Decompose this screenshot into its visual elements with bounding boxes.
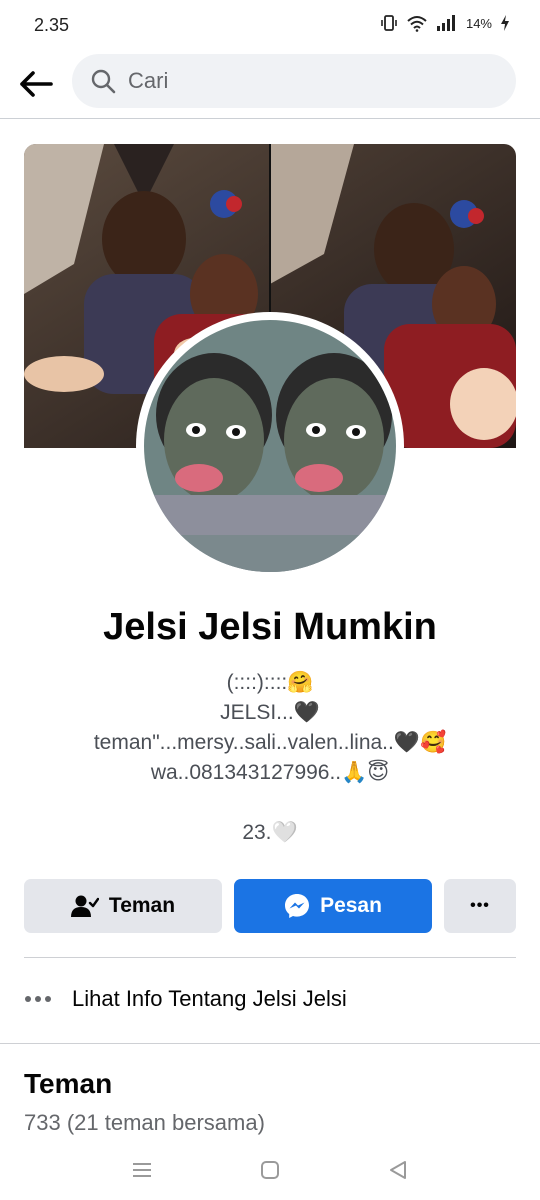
profile-bio: (::::)::::🤗 JELSI...🖤 teman"...mersy..sa…: [0, 668, 540, 788]
bio-line: teman"...mersy..sali..valen..lina..🖤🥰: [93, 731, 447, 754]
battery-level: 14%: [465, 15, 492, 31]
more-dots-icon: [24, 995, 72, 1003]
more-options-button[interactable]: •••: [444, 879, 516, 933]
friends-count[interactable]: 733 (21 teman bersama): [24, 1110, 265, 1136]
search-bar[interactable]: [72, 54, 516, 108]
avatar[interactable]: [144, 320, 396, 572]
signal-icon: [436, 14, 458, 32]
system-back-button[interactable]: [380, 1156, 416, 1184]
avatar-frame: [136, 312, 404, 580]
friend-check-icon: [70, 895, 99, 917]
see-about-info-row[interactable]: Lihat Info Tentang Jelsi Jelsi: [24, 976, 516, 1022]
bio-line: wa..081343127996..🙏😇: [150, 761, 390, 784]
recent-apps-button[interactable]: [124, 1156, 160, 1184]
friends-button-label: Teman: [108, 894, 176, 917]
section-divider: [0, 1043, 540, 1044]
back-triangle-icon: [390, 1161, 406, 1179]
profile-actions: Teman Pesan •••: [24, 879, 516, 933]
system-nav-bar: [0, 1140, 540, 1200]
top-bar: [0, 52, 540, 119]
battery-charging-icon: [500, 14, 510, 32]
back-button[interactable]: [16, 64, 56, 104]
home-button[interactable]: [252, 1156, 288, 1184]
search-icon: [91, 69, 116, 94]
profile-name: Jelsi Jelsi Mumkin: [103, 606, 437, 648]
friends-button[interactable]: Teman: [24, 879, 222, 933]
divider: [24, 957, 516, 958]
status-bar: 2.35 14%: [0, 0, 540, 52]
bio-line: JELSI...🖤: [220, 701, 320, 724]
bio-extra-line: 23.🤍: [242, 821, 298, 844]
friends-section-title: Teman: [24, 1068, 113, 1099]
status-icons: 14%: [380, 14, 510, 32]
more-dots-icon: •••: [470, 897, 490, 914]
bio-line: (::::)::::🤗: [226, 671, 314, 694]
see-about-info-label: Lihat Info Tentang Jelsi Jelsi: [72, 986, 347, 1011]
message-button[interactable]: Pesan: [234, 879, 432, 933]
home-icon: [261, 1161, 279, 1179]
back-arrow-icon: [20, 71, 53, 97]
status-time: 2.35: [34, 15, 70, 35]
recent-apps-icon: [133, 1163, 151, 1177]
vibrate-icon: [380, 14, 398, 32]
message-button-label: Pesan: [320, 894, 382, 917]
messenger-icon: [285, 894, 310, 918]
search-input[interactable]: [126, 67, 490, 95]
wifi-icon: [406, 14, 428, 32]
